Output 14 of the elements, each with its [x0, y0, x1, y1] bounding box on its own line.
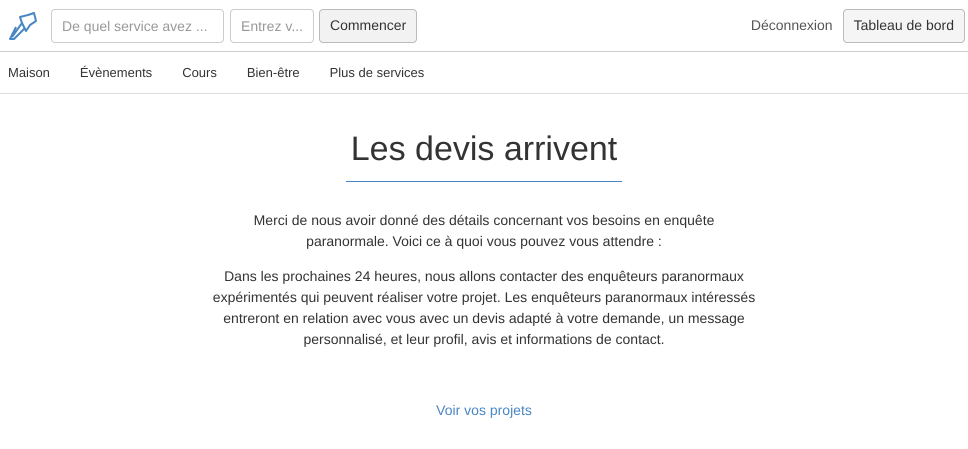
- paragraph: Dans les prochaines 24 heures, nous allons contacter des enquêteurs paranormaux expérimentés qui peuvent réaliser votre projet. Les enquêteurs paranormaux intéressés entreront en relation avec vous avec un devis adapté à votre demande, un message personnalisé, et leur profil, avis et informations de contact.: [212, 266, 756, 349]
- nav-link[interactable]: Maison: [8, 62, 50, 82]
- nav-link[interactable]: Plus de services: [330, 62, 424, 82]
- start-button[interactable]: Commencer: [319, 8, 418, 42]
- page-title: Les devis arrivent: [350, 129, 618, 170]
- paragraph: Merci de nous avoir donné des détails concernant vos besoins en enquête paranormale. Voici ce à quoi vous pouvez vous attendre :: [252, 210, 716, 251]
- zip-field[interactable]: Entrez v...: [230, 8, 314, 42]
- projects-link[interactable]: Voir vos projets: [436, 400, 532, 420]
- search-field[interactable]: De quel service avez ...: [51, 8, 224, 42]
- nav-link[interactable]: Bien-être: [246, 62, 300, 82]
- dashboard-button[interactable]: Tableau de bord: [842, 8, 965, 42]
- logout-link[interactable]: Déconnexion: [750, 15, 833, 36]
- nav-link[interactable]: Cours: [182, 62, 217, 82]
- nav-link[interactable]: Évènements: [80, 62, 152, 82]
